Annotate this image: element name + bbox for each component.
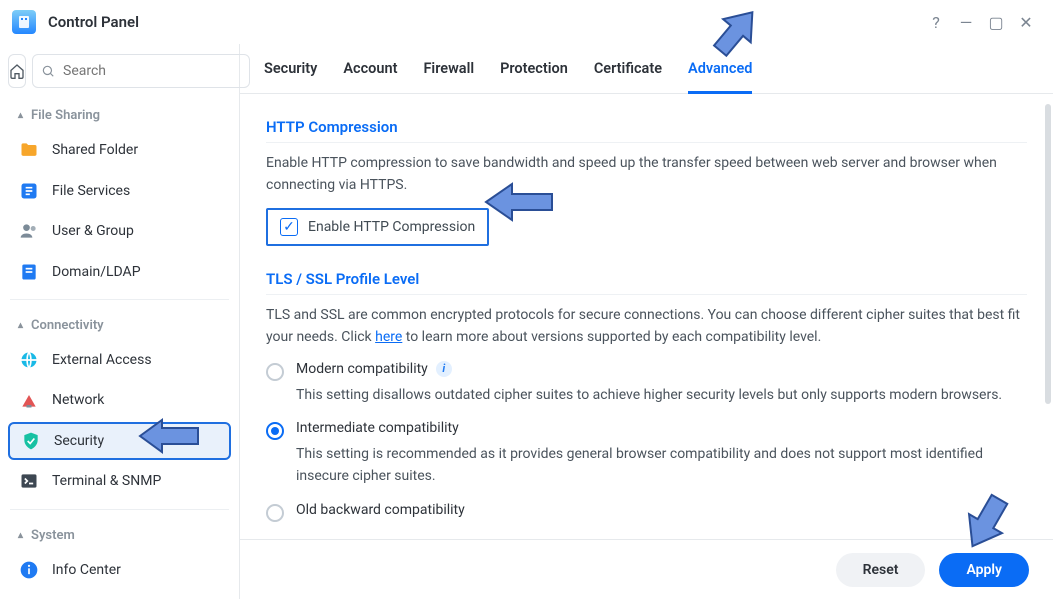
- section-label: System: [31, 528, 75, 543]
- search-icon: [41, 64, 55, 78]
- file-services-icon: [18, 180, 40, 202]
- radio-option-old[interactable]: Old backward compatibility: [266, 502, 1027, 522]
- info-icon[interactable]: i: [436, 361, 452, 377]
- divider: [266, 142, 1027, 143]
- shield-icon: [20, 430, 42, 452]
- sidebar-item-label: Domain/LDAP: [52, 264, 141, 280]
- scrollbar[interactable]: [1045, 104, 1051, 404]
- search-input[interactable]: [32, 54, 250, 88]
- sidebar-item-terminal-snmp[interactable]: Terminal & SNMP: [8, 462, 231, 500]
- radio-label: Intermediate compatibility: [296, 420, 459, 436]
- globe-icon: [18, 349, 40, 371]
- radio-desc: This setting is recommended as it provid…: [296, 444, 1027, 487]
- sidebar-item-label: Shared Folder: [52, 142, 138, 158]
- tab-protection[interactable]: Protection: [500, 60, 568, 93]
- radio-option-modern[interactable]: Modern compatibility i This setting disa…: [266, 361, 1027, 407]
- section-label: File Sharing: [31, 108, 100, 123]
- http-description: Enable HTTP compression to save bandwidt…: [266, 153, 1027, 196]
- checkbox-label: Enable HTTP Compression: [308, 219, 475, 235]
- sidebar-item-label: File Services: [52, 183, 130, 199]
- maximize-button[interactable]: ▢: [981, 13, 1011, 32]
- sidebar-item-shared-folder[interactable]: Shared Folder: [8, 131, 231, 169]
- terminal-icon: [18, 470, 40, 492]
- users-icon: [18, 220, 40, 242]
- apply-button[interactable]: Apply: [939, 553, 1029, 587]
- sidebar-item-label: Security: [54, 433, 104, 449]
- sidebar-item-file-services[interactable]: File Services: [8, 171, 231, 209]
- main-panel: Security Account Firewall Protection Cer…: [240, 44, 1053, 599]
- sidebar-item-label: Terminal & SNMP: [52, 473, 161, 489]
- titlebar: Control Panel ? — ▢ ✕: [0, 0, 1053, 44]
- tab-firewall[interactable]: Firewall: [423, 60, 474, 93]
- radio-label: Old backward compatibility: [296, 502, 465, 518]
- divider: [10, 299, 229, 300]
- sidebar: ▴ File Sharing Shared Folder File Servic…: [0, 44, 240, 599]
- section-title-tls: TLS / SSL Profile Level: [266, 270, 1027, 288]
- tab-account[interactable]: Account: [343, 60, 397, 93]
- divider: [10, 509, 229, 510]
- chevron-up-icon: ▴: [18, 530, 23, 541]
- section-label: Connectivity: [31, 318, 104, 333]
- sidebar-item-label: Network: [52, 392, 104, 408]
- divider: [266, 294, 1027, 295]
- sidebar-section-connectivity[interactable]: ▴ Connectivity: [8, 308, 231, 339]
- close-button[interactable]: ✕: [1011, 13, 1041, 32]
- search-field[interactable]: [63, 63, 241, 79]
- sidebar-item-user-group[interactable]: User & Group: [8, 212, 231, 250]
- sidebar-section-file-sharing[interactable]: ▴ File Sharing: [8, 98, 231, 129]
- home-button[interactable]: [8, 54, 26, 88]
- sidebar-item-info-center[interactable]: Info Center: [8, 551, 231, 589]
- app-icon: [12, 10, 36, 34]
- tab-security[interactable]: Security: [264, 60, 317, 93]
- sidebar-item-label: External Access: [52, 352, 152, 368]
- sidebar-item-label: User & Group: [52, 223, 134, 239]
- sidebar-item-label: Info Center: [52, 562, 121, 578]
- radio-label: Modern compatibility: [296, 361, 428, 377]
- radio-icon: [266, 504, 284, 522]
- tls-learn-more-link[interactable]: here: [375, 329, 402, 345]
- tls-description: TLS and SSL are common encrypted protoco…: [266, 305, 1027, 348]
- sidebar-item-external-access[interactable]: External Access: [8, 341, 231, 379]
- radio-option-intermediate[interactable]: Intermediate compatibility This setting …: [266, 420, 1027, 487]
- window-title: Control Panel: [48, 13, 139, 31]
- tab-certificate[interactable]: Certificate: [594, 60, 662, 93]
- checkbox-icon: ✓: [280, 218, 298, 236]
- chevron-up-icon: ▴: [18, 110, 23, 121]
- info-icon: [18, 559, 40, 581]
- chevron-up-icon: ▴: [18, 320, 23, 331]
- tls-desc-post: to learn more about versions supported b…: [402, 329, 821, 345]
- enable-http-compression-checkbox[interactable]: ✓ Enable HTTP Compression: [266, 208, 489, 246]
- radio-icon: [266, 422, 284, 440]
- radio-icon: [266, 363, 284, 381]
- content-area: HTTP Compression Enable HTTP compression…: [240, 94, 1053, 599]
- sidebar-section-system[interactable]: ▴ System: [8, 518, 231, 549]
- footer: Reset Apply: [240, 539, 1053, 599]
- reset-button[interactable]: Reset: [836, 553, 926, 587]
- section-title-http: HTTP Compression: [266, 118, 1027, 136]
- help-button[interactable]: ?: [921, 13, 951, 32]
- minimize-button[interactable]: —: [951, 13, 981, 32]
- sidebar-item-domain-ldap[interactable]: Domain/LDAP: [8, 252, 231, 290]
- domain-icon: [18, 261, 40, 283]
- radio-desc: This setting disallows outdated cipher s…: [296, 385, 1027, 407]
- folder-icon: [18, 139, 40, 161]
- tls-profile-radio-group: Modern compatibility i This setting disa…: [266, 361, 1027, 522]
- sidebar-item-network[interactable]: Network: [8, 381, 231, 419]
- tab-advanced[interactable]: Advanced: [688, 60, 752, 94]
- network-icon: [18, 389, 40, 411]
- sidebar-item-security[interactable]: Security: [8, 422, 231, 461]
- tabs: Security Account Firewall Protection Cer…: [240, 44, 1053, 94]
